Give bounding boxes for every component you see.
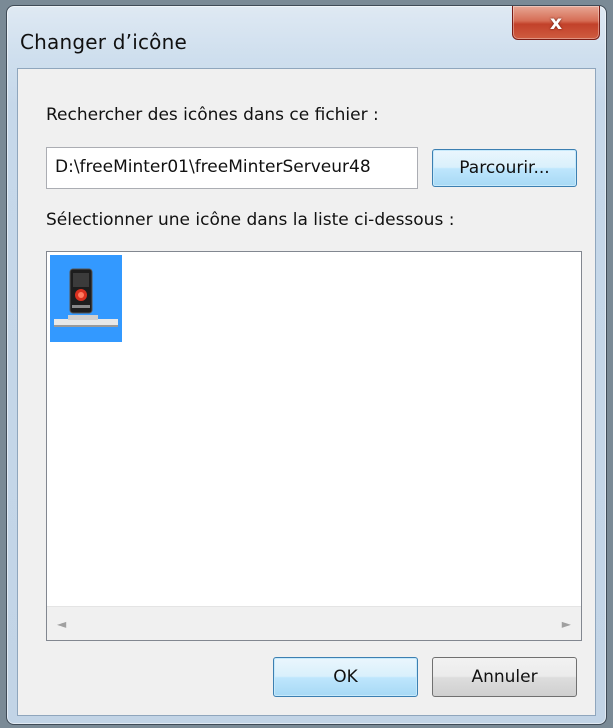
title-bar[interactable]: Changer d’icône x bbox=[7, 6, 606, 68]
cancel-button-label: Annuler bbox=[471, 667, 538, 687]
scroll-left-arrow-icon[interactable]: ◄ bbox=[57, 617, 66, 631]
ok-button[interactable]: OK bbox=[273, 657, 418, 697]
browse-button-label: Parcourir... bbox=[459, 158, 550, 178]
scroll-right-arrow-icon[interactable]: ► bbox=[562, 617, 571, 631]
file-path-input[interactable]: D:\freeMinter01\freeMinterServeur48 bbox=[46, 147, 418, 189]
close-icon: x bbox=[549, 11, 563, 34]
cancel-button[interactable]: Annuler bbox=[432, 657, 577, 697]
dialog-body: Rechercher des icônes dans ce fichier : … bbox=[17, 68, 596, 716]
list-label: Sélectionner une icône dans la liste ci-… bbox=[46, 210, 455, 230]
browse-button[interactable]: Parcourir... bbox=[432, 149, 577, 187]
ok-button-label: OK bbox=[333, 667, 358, 687]
horizontal-scrollbar[interactable]: ◄ ► bbox=[47, 606, 581, 640]
server-device-icon bbox=[54, 268, 118, 327]
icon-list-item-selected[interactable] bbox=[50, 255, 122, 342]
dialog-title: Changer d’icône bbox=[20, 30, 187, 54]
icon-list[interactable]: ◄ ► bbox=[46, 251, 582, 641]
change-icon-dialog: Changer d’icône x Rechercher des icônes … bbox=[6, 5, 607, 725]
close-button[interactable]: x bbox=[512, 6, 600, 40]
file-label: Rechercher des icônes dans ce fichier : bbox=[46, 105, 379, 125]
